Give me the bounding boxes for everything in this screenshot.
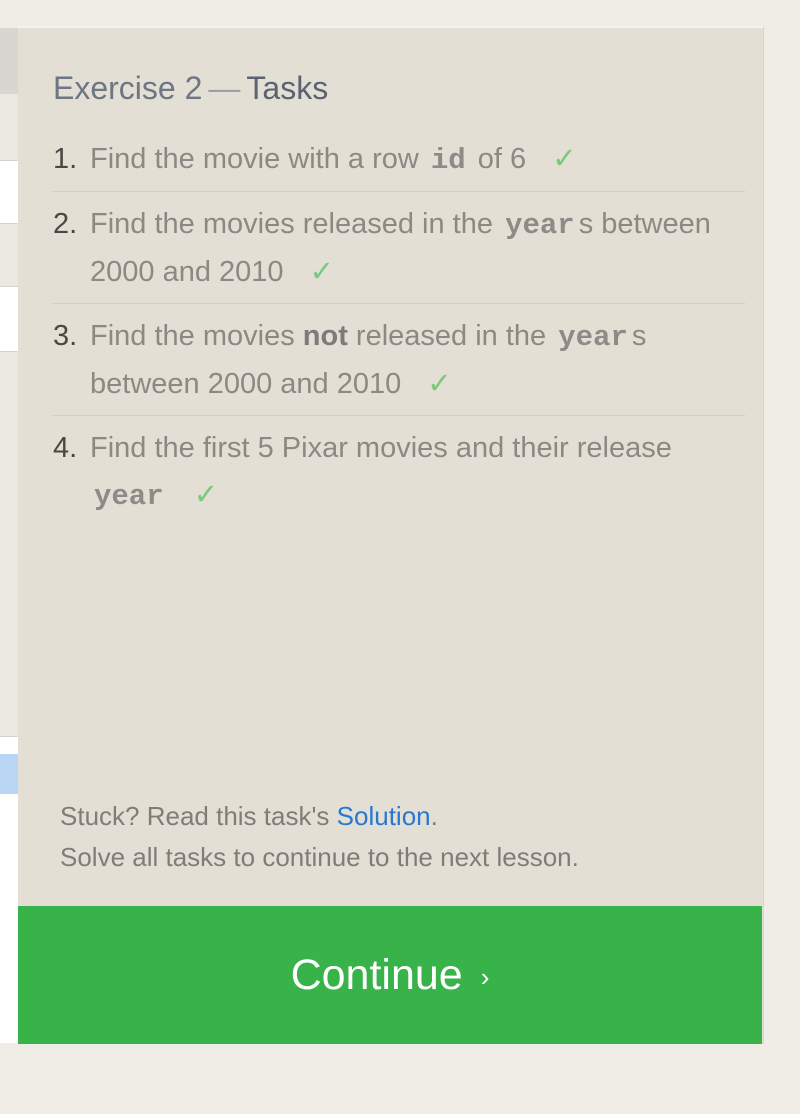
panel-title: Exercise 2— Tasks [53,70,328,107]
task-text: Find the movies [90,320,295,352]
tasks-label: Tasks [246,70,329,106]
task-list: 1. Find the movie with a row id of 6 ✓ 2… [53,136,745,536]
stuck-line: Stuck? Read this task's Solution. [60,796,579,837]
task-text: Find the first 5 Pixar movies and their … [90,432,672,464]
check-icon: ✓ [193,479,218,511]
editor-strip [0,28,18,1043]
check-icon: ✓ [309,256,334,288]
task-text: Find the movie with a row [90,143,419,175]
task-number: 3. [53,320,78,352]
help-text: Stuck? Read this task's Solution. Solve … [60,796,579,878]
continue-label: Continue [290,950,463,999]
editor-header-fragment [0,28,18,94]
exercise-label: Exercise 2 [53,70,203,106]
task-keyword: year [558,321,628,354]
title-separator: — [208,70,241,106]
task-text: released in the [355,320,547,352]
editor-selection-fragment [0,754,18,794]
editor-row-fragment [0,160,18,224]
task-number: 4. [53,432,78,464]
tasks-panel: Exercise 2— Tasks 1. Find the movie with … [18,26,764,1044]
task-item-1: 1. Find the movie with a row id of 6 ✓ [53,136,745,192]
chevron-right-icon: › [480,961,490,992]
task-text: Find the movies released in the [90,208,493,240]
editor-row-fragment [0,286,18,352]
check-icon: ✓ [552,143,577,175]
task-item-2: 2. Find the movies released in the year s… [53,201,745,304]
check-icon: ✓ [427,368,452,400]
stuck-suffix: . [430,801,438,831]
task-keyword: year [505,209,575,242]
task-number: 1. [53,143,78,175]
solution-link[interactable]: Solution [337,801,431,831]
task-emphasis: not [302,320,348,352]
task-number: 2. [53,208,78,240]
task-keyword: id [430,144,466,177]
continue-button[interactable]: Continue › [18,906,762,1044]
task-item-3: 3. Find the movies not released in the y… [53,313,745,416]
task-keyword: year [94,480,164,513]
task-text: of 6 [477,143,527,175]
stuck-prefix: Stuck? Read this task's [60,801,330,831]
continue-note: Solve all tasks to continue to the next … [60,842,579,872]
task-item-4: 4. Find the first 5 Pixar movies and the… [53,425,745,527]
